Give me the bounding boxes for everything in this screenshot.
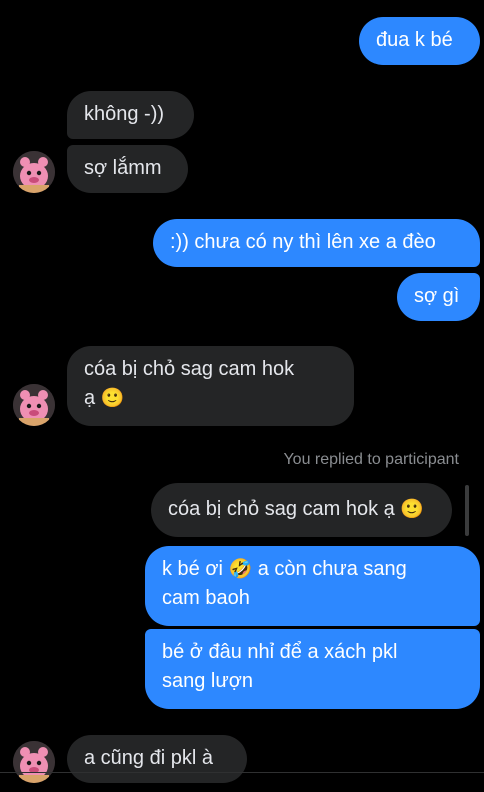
message-text: sợ lắmm <box>84 157 162 179</box>
slightly-smiling-face-icon: 🙂 <box>100 387 125 409</box>
message-bubble-outgoing[interactable]: sợ gì <box>397 273 480 321</box>
message-text-line: cóa bị chỏ sag cam hok <box>84 358 295 380</box>
quoted-message-bubble[interactable]: cóa bị chỏ sag cam hok ạ 🙂 <box>151 483 452 537</box>
contact-avatar[interactable] <box>13 741 55 783</box>
message-bubble-outgoing[interactable]: bé ở đâu nhỉ để a xách pkl sang lượn <box>145 629 480 709</box>
message-bubble-outgoing[interactable]: :)) chưa có ny thì lên xe a đèo <box>153 219 480 267</box>
message-text: không -)) <box>84 103 165 125</box>
message-thread: đua k bé không -)) sợ lắmm :)) chưa có n… <box>0 0 484 792</box>
quoted-message-text: cóa bị chỏ sag cam hok ạ <box>168 498 395 520</box>
message-bubble-incoming[interactable]: a cũng đi pkl à <box>67 735 247 783</box>
message-text-line: sang lượn <box>162 670 253 692</box>
message-text-line: cam baoh <box>162 587 250 609</box>
message-bubble-outgoing[interactable]: đua k bé <box>359 17 480 65</box>
message-text-line: bé ở đâu nhỉ để a xách pkl <box>162 641 398 663</box>
message-bubble-incoming[interactable]: cóa bị chỏ sag cam hok ạ 🙂 <box>67 346 354 426</box>
reply-indicator-bar <box>465 485 469 536</box>
contact-avatar[interactable] <box>13 384 55 426</box>
message-bubble-outgoing[interactable]: k bé ơi 🤣 a còn chưa sang cam baoh <box>145 546 480 626</box>
message-bubble-incoming[interactable]: không -)) <box>67 91 194 139</box>
reply-note: You replied to participant <box>283 451 459 468</box>
message-text: :)) chưa có ny thì lên xe a đèo <box>170 231 436 253</box>
message-text-line: ạ 🙂 <box>84 387 125 409</box>
pink-mascot-icon <box>13 384 55 426</box>
message-text: a cũng đi pkl à <box>84 747 213 769</box>
message-text: sợ gì <box>414 285 460 307</box>
message-text: đua k bé <box>376 29 453 51</box>
pink-mascot-icon <box>13 741 55 783</box>
message-bubble-incoming[interactable]: sợ lắmm <box>67 145 188 193</box>
slightly-smiling-face-icon: 🙂 <box>400 498 425 520</box>
contact-avatar[interactable] <box>13 151 55 193</box>
composer-divider <box>0 772 484 773</box>
message-text-line: k bé ơi 🤣 a còn chưa sang <box>162 558 407 580</box>
pink-mascot-icon <box>13 151 55 193</box>
rolling-on-floor-laughing-icon: 🤣 <box>228 558 253 580</box>
